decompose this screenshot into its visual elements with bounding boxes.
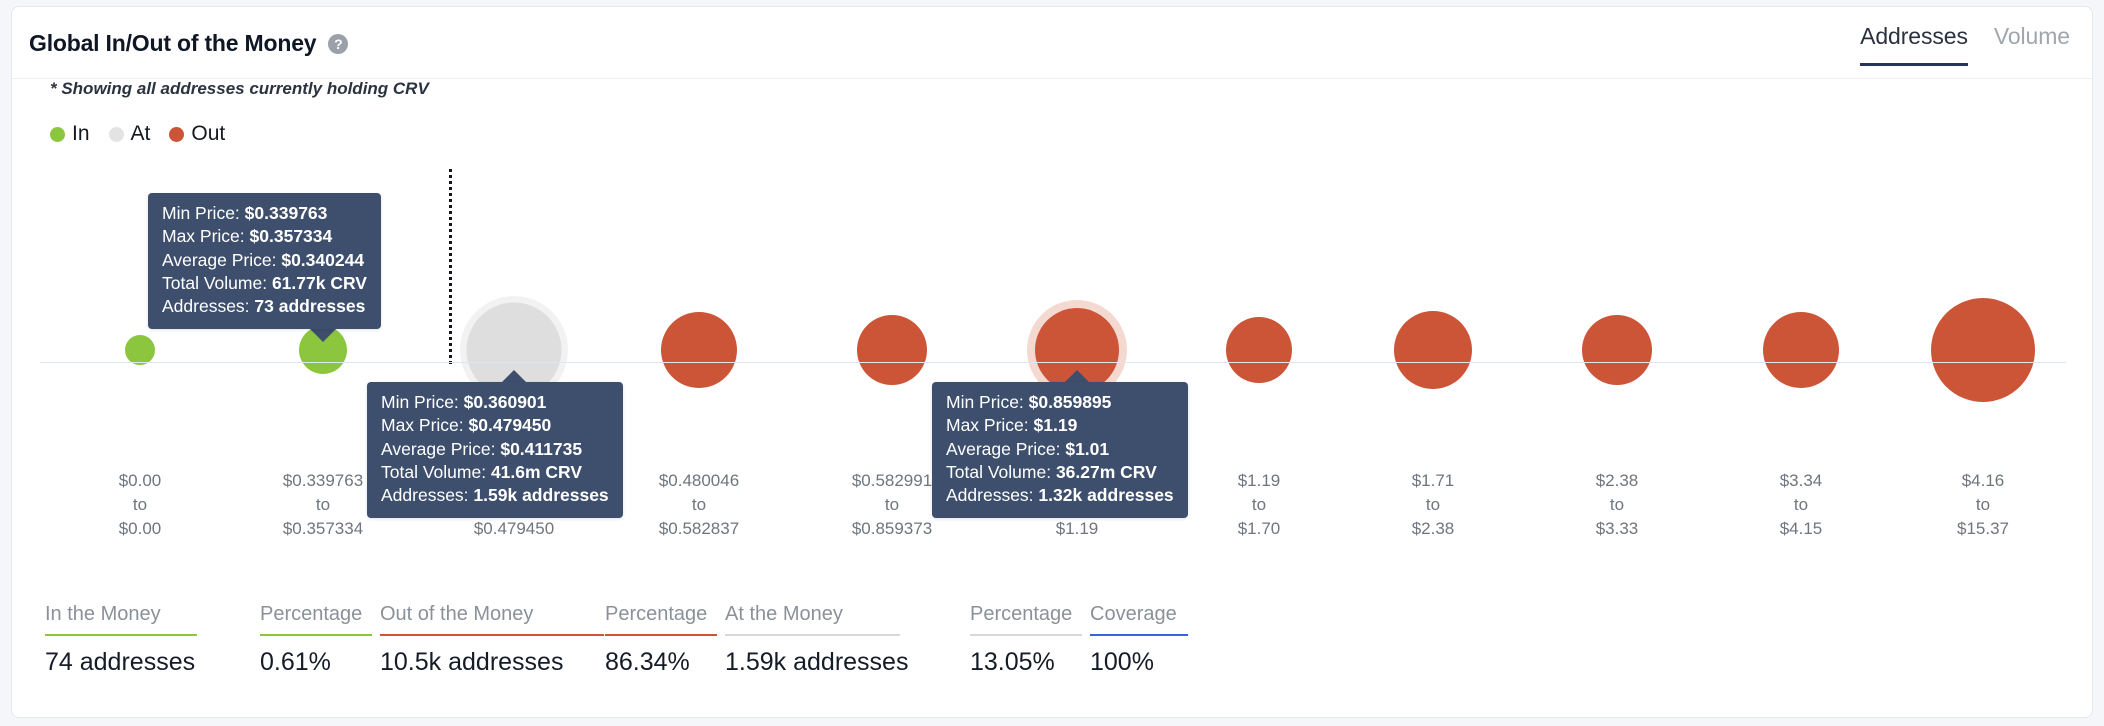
- tooltip-addresses-row: Addresses: 1.32k addresses: [946, 485, 1174, 506]
- tooltip-at-bucket: Min Price: $0.360901 Max Price: $0.47945…: [367, 382, 623, 518]
- tooltip-in-bucket: Min Price: $0.339763 Max Price: $0.35733…: [148, 193, 381, 329]
- legend-item-out[interactable]: Out: [169, 122, 225, 146]
- stat-value: 10.5k addresses: [380, 648, 564, 676]
- legend-label-out: Out: [191, 122, 226, 145]
- stat-label: In the Money: [45, 603, 161, 625]
- legend-dot-out-icon: [169, 126, 185, 142]
- stat-value: 74 addresses: [45, 648, 196, 676]
- tab-bar: Addresses Volume: [1860, 23, 2070, 66]
- legend-dot-at-icon: [108, 126, 124, 142]
- x-tick-0: $0.00 to $0.00: [118, 471, 162, 539]
- stat-label: Percentage: [970, 603, 1073, 625]
- x-tick-7: $1.71 to $2.38: [1411, 471, 1455, 539]
- tooltip-addresses-row: Addresses: 1.59k addresses: [381, 485, 609, 506]
- bubble-out-6[interactable]: [1582, 315, 1652, 385]
- question-mark-icon[interactable]: ?: [328, 33, 349, 54]
- tooltip-total-volume-row: Total Volume: 36.27m CRV: [946, 462, 1157, 483]
- bubble-out-8[interactable]: [1931, 298, 2035, 402]
- tooltip-max-price-row: Max Price: $1.19: [946, 415, 1078, 436]
- tooltip-average-price-row: Average Price: $1.01: [946, 438, 1110, 459]
- card-header: Global In/Out of the Money ? Addresses V…: [12, 7, 2092, 79]
- stat-at-the-money: At the Money 1.59k addresses: [725, 603, 970, 677]
- legend-item-in[interactable]: In: [50, 122, 90, 146]
- stat-label: Percentage: [605, 603, 708, 625]
- legend-item-at[interactable]: At: [108, 122, 151, 146]
- tab-addresses[interactable]: Addresses: [1860, 23, 1968, 66]
- stat-label: Out of the Money: [380, 603, 534, 625]
- stat-label: Percentage: [260, 603, 363, 625]
- bubble-out-2[interactable]: [857, 315, 927, 385]
- stat-label: Coverage: [1090, 603, 1177, 625]
- stat-label: At the Money: [725, 603, 843, 625]
- summary-stats: In the Money 74 addresses Percentage 0.6…: [45, 603, 1200, 677]
- stat-value: 100%: [1090, 648, 1154, 676]
- stat-out-of-the-money-percentage: Percentage 86.34%: [605, 603, 725, 677]
- legend-label-in: In: [72, 122, 90, 145]
- tooltip-total-volume-row: Total Volume: 41.6m CRV: [381, 462, 583, 483]
- chart-legend: In At Out: [50, 122, 234, 146]
- stat-in-the-money: In the Money 74 addresses: [45, 603, 260, 677]
- stat-out-of-the-money: Out of the Money 10.5k addresses: [380, 603, 605, 677]
- stat-at-the-money-percentage: Percentage 13.05%: [970, 603, 1090, 677]
- stat-value: 1.59k addresses: [725, 648, 909, 676]
- stat-value: 86.34%: [605, 648, 690, 676]
- bubble-out-7[interactable]: [1763, 312, 1839, 388]
- x-tick-3: $0.480046 to $0.582837: [658, 471, 740, 539]
- bubble-out-1[interactable]: [661, 312, 737, 388]
- x-axis-line: [40, 362, 2066, 363]
- x-tick-9: $3.34 to $4.15: [1779, 471, 1823, 539]
- tooltip-min-price-row: Min Price: $0.339763: [162, 203, 328, 223]
- legend-label-at: At: [130, 122, 151, 145]
- tooltip-max-price-row: Max Price: $0.357334: [162, 226, 333, 247]
- global-in-out-of-money-card: Global In/Out of the Money ? Addresses V…: [11, 6, 2093, 718]
- tooltip-out-bucket: Min Price: $0.859895 Max Price: $1.19 Av…: [932, 382, 1188, 518]
- chart-note: * Showing all addresses currently holdin…: [50, 79, 429, 98]
- tooltip-average-price-row: Average Price: $0.340244: [162, 249, 365, 270]
- x-tick-10: $4.16 to $15.37: [1957, 471, 2009, 539]
- tab-volume[interactable]: Volume: [1994, 23, 2070, 63]
- tooltip-average-price-row: Average Price: $0.411735: [381, 438, 583, 459]
- x-tick-6: $1.19 to $1.70: [1237, 471, 1281, 539]
- bubble-in-1[interactable]: [125, 335, 155, 365]
- bubble-out-4[interactable]: [1226, 317, 1292, 383]
- stat-value: 13.05%: [970, 648, 1055, 676]
- stat-coverage: Coverage 100%: [1090, 603, 1200, 677]
- tooltip-total-volume-row: Total Volume: 61.77k CRV: [162, 273, 367, 294]
- tooltip-max-price-row: Max Price: $0.479450: [381, 415, 552, 436]
- stat-in-the-money-percentage: Percentage 0.61%: [260, 603, 380, 677]
- x-tick-8: $2.38 to $3.33: [1595, 471, 1639, 539]
- current-price-marker: [449, 169, 452, 364]
- page-title: Global In/Out of the Money: [29, 30, 317, 56]
- tooltip-min-price-row: Min Price: $0.360901: [381, 392, 547, 412]
- tooltip-in-bucket-arrow: [310, 329, 336, 342]
- legend-dot-in-icon: [50, 126, 65, 142]
- tooltip-min-price-row: Min Price: $0.859895: [946, 392, 1112, 412]
- bubble-out-5[interactable]: [1394, 311, 1472, 389]
- stat-value: 0.61%: [260, 648, 331, 676]
- title-group: Global In/Out of the Money ?: [29, 30, 349, 57]
- tooltip-addresses-row: Addresses: 73 addresses: [162, 296, 366, 317]
